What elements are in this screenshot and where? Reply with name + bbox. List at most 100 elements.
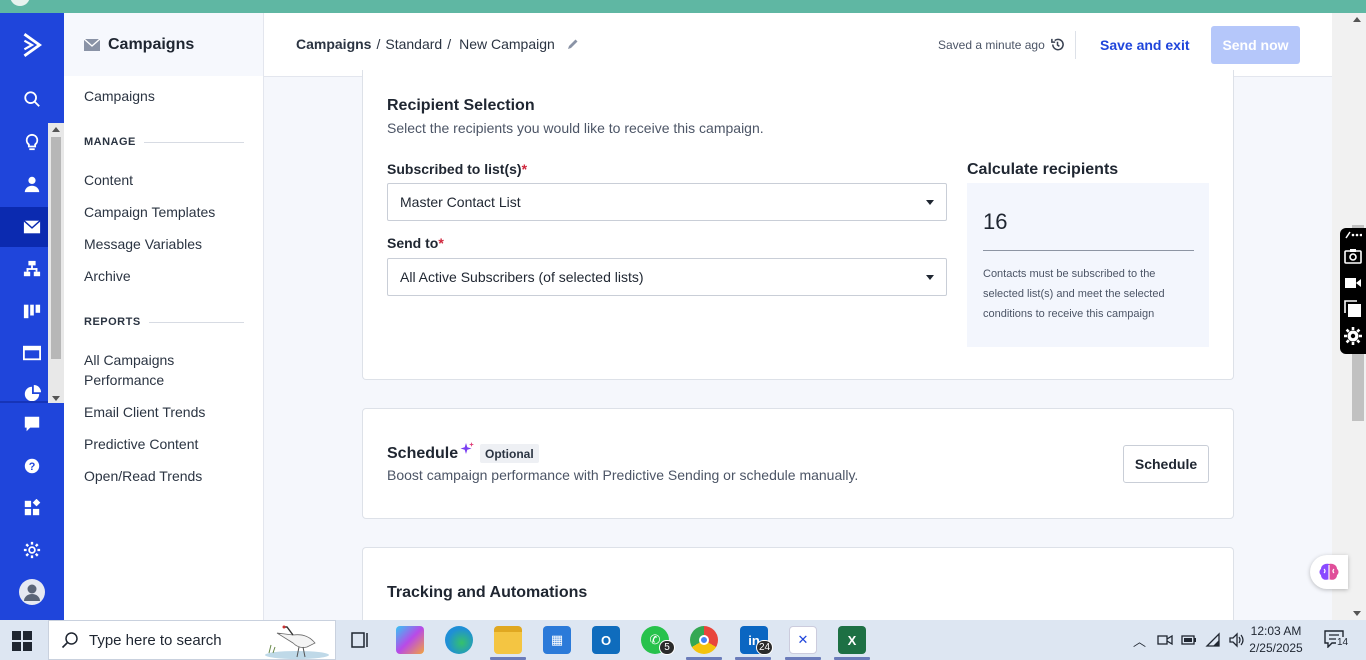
capture-tools-panel: [1340, 228, 1366, 354]
camera-icon[interactable]: [1344, 247, 1362, 265]
subnav-link-all-campaigns-performance[interactable]: All Campaigns Performance: [64, 350, 204, 390]
battery-icon[interactable]: [1181, 633, 1197, 647]
copilot-icon[interactable]: [396, 626, 424, 654]
edge-browser-icon[interactable]: [445, 626, 473, 654]
scroll-down-arrow-icon[interactable]: [1353, 611, 1361, 616]
subscribed-list-value: Master Contact List: [400, 194, 521, 210]
section-heading-reports: REPORTS: [84, 316, 244, 328]
breadcrumb-campaigns[interactable]: Campaigns: [296, 36, 371, 52]
saved-status: Saved a minute ago: [938, 37, 1065, 52]
subnav-link-message-variables[interactable]: Message Variables: [64, 234, 222, 254]
edit-pencil-icon[interactable]: [567, 38, 579, 50]
list-label-text: Subscribed to list(s): [387, 161, 522, 177]
rail-scrollbar[interactable]: [48, 123, 64, 403]
video-record-icon[interactable]: [1344, 274, 1362, 292]
subnav-title: Campaigns: [108, 35, 195, 53]
subnav-link-campaign-templates[interactable]: Campaign Templates: [64, 202, 235, 222]
scroll-up-arrow-icon[interactable]: [52, 127, 60, 132]
taskbar-search-placeholder: Type here to search: [89, 631, 222, 649]
whatsapp-badge: 5: [659, 640, 675, 655]
conversations-icon[interactable]: [0, 404, 64, 444]
subnav-link-email-client-trends[interactable]: Email Client Trends: [64, 402, 225, 422]
send-now-button[interactable]: Send now: [1211, 26, 1300, 64]
chevron-down-icon: [926, 275, 934, 280]
help-icon[interactable]: ?: [0, 446, 64, 486]
recipient-selection-card: Recipient Selection Select the recipient…: [362, 70, 1234, 380]
subnav-link-predictive-content[interactable]: Predictive Content: [64, 434, 218, 454]
excel-icon[interactable]: X: [838, 626, 866, 654]
required-asterisk: *: [438, 235, 444, 251]
send-to-value: All Active Subscribers (of selected list…: [400, 269, 644, 285]
recipient-count-panel: 16 Contacts must be subscribed to the se…: [967, 183, 1209, 347]
envelope-icon: [84, 38, 100, 51]
wifi-icon[interactable]: [1205, 632, 1221, 648]
list-field-label: Subscribed to list(s)*: [387, 161, 527, 177]
windows-copy-icon[interactable]: [1344, 300, 1362, 318]
browser-top-strip: [0, 0, 1366, 13]
user-avatar-icon[interactable]: [0, 572, 64, 612]
sparkle-ai-icon: [460, 442, 474, 454]
campaigns-subnav: Campaigns Campaigns MANAGE Content Campa…: [64, 13, 264, 620]
show-hidden-icons-chevron-icon[interactable]: ︿: [1133, 631, 1146, 650]
save-and-exit-button[interactable]: Save and exit: [1086, 26, 1204, 64]
browser-tab-edge: [10, 0, 30, 6]
send-to-select[interactable]: All Active Subscribers (of selected list…: [387, 258, 947, 296]
notification-count: 14: [1336, 637, 1350, 648]
recipient-selection-title: Recipient Selection: [387, 97, 535, 114]
send-to-field-label: Send to*: [387, 235, 444, 251]
outlook-icon[interactable]: O: [592, 626, 620, 654]
subnav-link-campaigns[interactable]: Campaigns: [64, 86, 175, 106]
task-view-icon[interactable]: [347, 626, 373, 654]
search-icon[interactable]: [0, 79, 64, 119]
subnav-link-open-read-trends[interactable]: Open/Read Trends: [64, 466, 222, 486]
schedule-subtitle: Boost campaign performance with Predicti…: [387, 467, 859, 483]
schedule-button[interactable]: Schedule: [1123, 445, 1209, 483]
schedule-title: Schedule: [387, 445, 459, 462]
capture-settings-gear-icon[interactable]: [1344, 327, 1362, 345]
campaign-header: Campaigns / Standard / New Campaign Save…: [264, 13, 1332, 77]
count-underline: [983, 250, 1194, 251]
windows-taskbar: Type here to search ▦ O ✆ 5 in 24 ✕ X ︿ …: [0, 620, 1366, 660]
apps-icon[interactable]: [0, 488, 64, 528]
scroll-up-arrow-icon[interactable]: [1353, 17, 1361, 22]
campaign-name: New Campaign: [459, 36, 555, 52]
recipient-count-description: Contacts must be subscribed to the selec…: [983, 268, 1165, 320]
notification-center[interactable]: 14: [1324, 630, 1350, 649]
saved-status-text: Saved a minute ago: [938, 37, 1045, 52]
meet-now-icon[interactable]: [1157, 632, 1173, 648]
subnav-link-archive[interactable]: Archive: [64, 266, 151, 286]
chrome-browser-icon[interactable]: [690, 626, 718, 654]
search-highlight-crane-icon: [265, 625, 329, 659]
taskbar-search[interactable]: Type here to search: [48, 620, 336, 660]
windows-start-icon[interactable]: [12, 631, 32, 651]
rail-scroll-thumb[interactable]: [51, 137, 61, 359]
breadcrumb-separator: /: [376, 36, 381, 52]
tracking-automations-card: Tracking and Automations: [362, 547, 1234, 627]
section-heading-manage: MANAGE: [84, 136, 244, 148]
revision-history-icon[interactable]: [1050, 37, 1065, 52]
recipient-selection-subtitle: Select the recipients you would like to …: [387, 120, 764, 136]
breadcrumb-standard[interactable]: Standard: [385, 36, 442, 52]
required-asterisk: *: [521, 161, 528, 177]
activecampaign-logo-icon[interactable]: [0, 25, 64, 65]
primary-nav-rail: ?: [0, 13, 64, 620]
svg-text:?: ?: [29, 461, 36, 473]
chevron-down-icon: [926, 200, 934, 205]
file-explorer-icon[interactable]: [494, 626, 522, 654]
breadcrumb: Campaigns / Standard / New Campaign: [296, 36, 579, 52]
more-options-icon[interactable]: [1344, 230, 1362, 240]
taskbar-clock[interactable]: 12:03 AM 2/25/2025: [1248, 623, 1304, 657]
subnav-link-content[interactable]: Content: [64, 170, 153, 190]
volume-icon[interactable]: [1228, 632, 1246, 648]
clock-date: 2/25/2025: [1249, 641, 1303, 655]
clock-time: 12:03 AM: [1250, 624, 1302, 638]
settings-gear-icon[interactable]: [0, 530, 64, 570]
subscribed-list-select[interactable]: Master Contact List: [387, 183, 947, 221]
xmind-app-icon[interactable]: ✕: [789, 626, 817, 654]
linkedin-badge: 24: [756, 640, 774, 655]
scroll-down-arrow-icon[interactable]: [52, 396, 60, 401]
microsoft-store-icon[interactable]: ▦: [543, 626, 571, 654]
schedule-card: Schedule Optional Boost campaign perform…: [362, 408, 1234, 519]
breadcrumb-separator: /: [447, 36, 452, 52]
ai-assistant-brain-icon[interactable]: [1310, 555, 1348, 589]
